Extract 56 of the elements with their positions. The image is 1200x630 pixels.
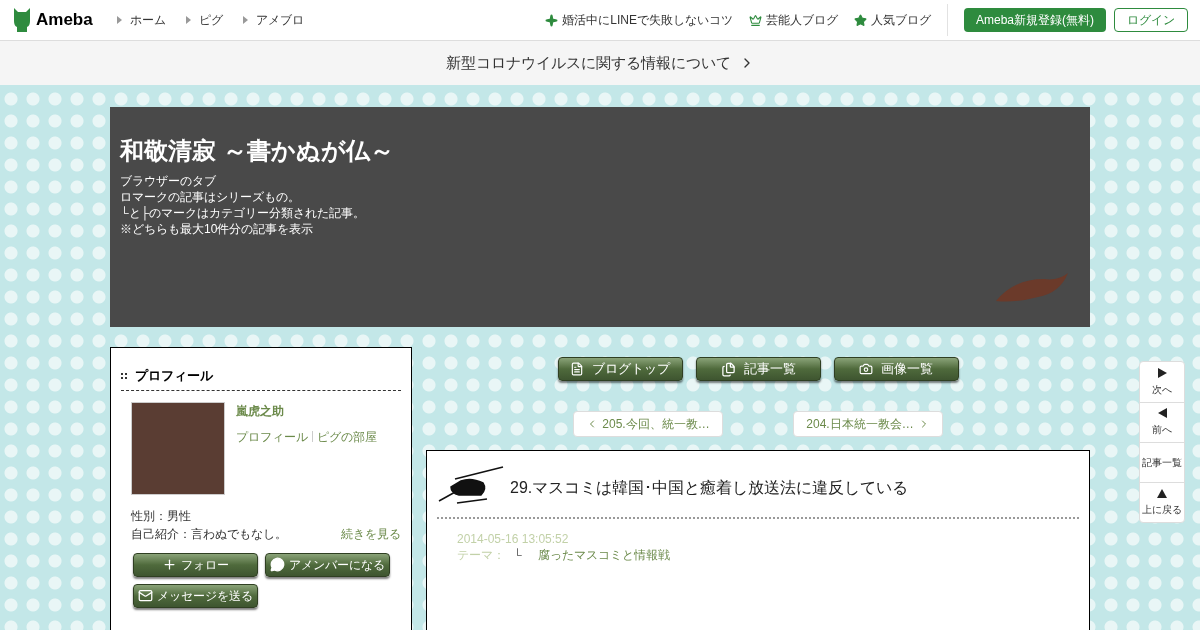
chat-icon <box>270 557 285 572</box>
side-nav-link[interactable]: 次へ <box>1140 362 1184 402</box>
theme-link[interactable]: 腐ったマスコミと情報戦 <box>537 547 670 563</box>
mail-icon <box>138 588 153 603</box>
blog-nav-button[interactable]: 画像一覧 <box>833 357 959 381</box>
sparkle-icon <box>545 13 559 27</box>
breadcrumb-link[interactable]: アメブロ <box>255 11 304 29</box>
read-more-link[interactable]: 続きを見る <box>341 524 401 543</box>
document-icon <box>570 362 584 376</box>
profile-link[interactable]: ピグの部屋 <box>317 427 377 446</box>
profile-action-button[interactable]: フォロー <box>133 552 258 577</box>
next-article-button[interactable]: 204.日本統一教会… <box>793 411 943 437</box>
camera-icon <box>859 362 873 376</box>
side-nav-link[interactable]: 上に戻る <box>1140 482 1184 522</box>
side-nav-link[interactable]: 前へ <box>1140 402 1184 442</box>
right-triangle-icon <box>185 16 191 24</box>
header-link[interactable]: 婚活中にLINEで失敗しないコツ <box>545 11 733 29</box>
header-link[interactable]: 芸能人ブログ <box>749 11 838 29</box>
intro-text: 自己紹介：言わぬでもなし。 <box>131 525 287 543</box>
header-link[interactable]: 人気ブログ <box>854 11 931 29</box>
pages-icon <box>720 361 736 377</box>
star-icon <box>854 13 867 27</box>
breadcrumb-link[interactable]: ホーム <box>129 11 166 29</box>
blog-title[interactable]: 和敬清寂 ～書かぬが仏～ <box>120 133 1080 169</box>
theme-mark: └ <box>513 547 522 563</box>
theme-label: テーマ： <box>457 547 505 563</box>
article-title[interactable]: 29.マスコミは韓国･中国と癒着し放送法に違反している <box>510 476 909 500</box>
profile-heading: プロフィール <box>135 367 213 385</box>
right-triangle-icon <box>242 16 248 24</box>
plus-icon <box>162 557 177 572</box>
article-date: 2014-05-16 13:05:52 <box>457 531 570 547</box>
login-button[interactable]: ログイン <box>1114 8 1188 32</box>
profile-action-button[interactable]: メッセージを送る <box>133 583 258 608</box>
profile-action-button[interactable]: アメンバーになる <box>265 552 390 577</box>
blog-description: ※どちらも最大10件分の記事を表示 <box>120 221 315 237</box>
blog-description: ロマークの記事はシリーズもの。 <box>120 189 301 205</box>
breadcrumb-link[interactable]: ピグ <box>198 11 223 29</box>
left-triangle-icon <box>1157 408 1167 418</box>
avatar-placeholder[interactable] <box>131 401 225 495</box>
grip-icon <box>121 372 127 379</box>
ameba-logo[interactable]: Ameba <box>36 7 93 33</box>
blog-nav-button[interactable]: 記事一覧 <box>695 357 821 381</box>
profile-name-link[interactable]: 嵐虎之助 <box>236 401 377 420</box>
crown-icon <box>749 13 762 27</box>
profile-link[interactable]: プロフィール <box>236 427 308 446</box>
gender-text: 性別：男性 <box>131 507 192 525</box>
right-triangle-icon <box>1157 367 1167 378</box>
blog-description: └と├のマークはカテゴリー分類された記事。 <box>120 205 366 221</box>
right-triangle-icon <box>116 16 122 24</box>
notice-link[interactable]: 新型コロナウイルスに関する情報について <box>445 51 755 75</box>
signup-button[interactable]: Ameba新規登録(無料) <box>964 8 1106 32</box>
side-nav-link[interactable]: 記事一覧 <box>1140 442 1184 482</box>
up-triangle-icon <box>1157 488 1167 498</box>
previous-article-button[interactable]: 205.今回、統一教… <box>573 411 723 437</box>
blog-nav-button[interactable]: ブログトップ <box>557 357 683 381</box>
blog-description: ブラウザーのタブ <box>120 173 217 189</box>
